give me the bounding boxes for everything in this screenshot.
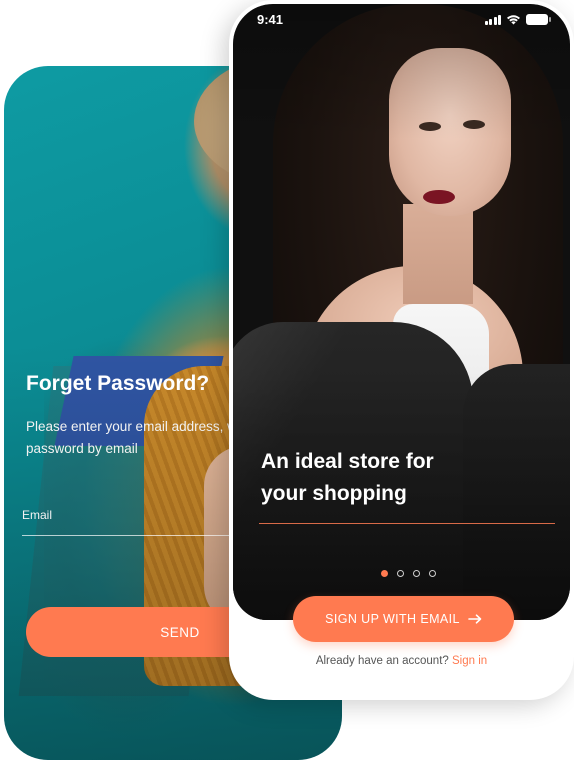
sign-up-with-email-button[interactable]: SIGN UP WITH EMAIL [293,596,514,642]
arrow-right-icon [468,614,482,624]
sign-in-prompt-text: Already have an account? [315,655,449,667]
page-title: Forget Password? [26,372,210,395]
status-bar: 9:41 [233,4,570,36]
onboarding-screen: An ideal store for your shopping 9:41 SI… [229,0,574,700]
carousel-dot[interactable] [413,570,420,577]
carousel-indicator [381,570,436,577]
signal-icon [484,15,501,25]
carousel-dot-active[interactable] [381,570,388,577]
email-label: Email [22,508,53,522]
headline: An ideal store for your shopping [261,446,501,510]
hero-shade [233,4,570,620]
carousel-dot[interactable] [429,570,436,577]
hero-image: An ideal store for your shopping [233,4,570,620]
carousel-dot[interactable] [397,570,404,577]
sign-up-label: SIGN UP WITH EMAIL [325,612,460,626]
headline-divider [259,523,555,524]
battery-icon [526,14,551,25]
headline-line: your shopping [261,482,407,505]
status-time: 9:41 [257,12,284,27]
headline-line: An ideal store for [261,450,434,473]
sign-in-link[interactable]: Sign in [452,655,487,667]
status-icons [484,14,551,25]
sign-in-prompt: Already have an account? Sign in [229,655,574,667]
wifi-icon [507,15,520,25]
